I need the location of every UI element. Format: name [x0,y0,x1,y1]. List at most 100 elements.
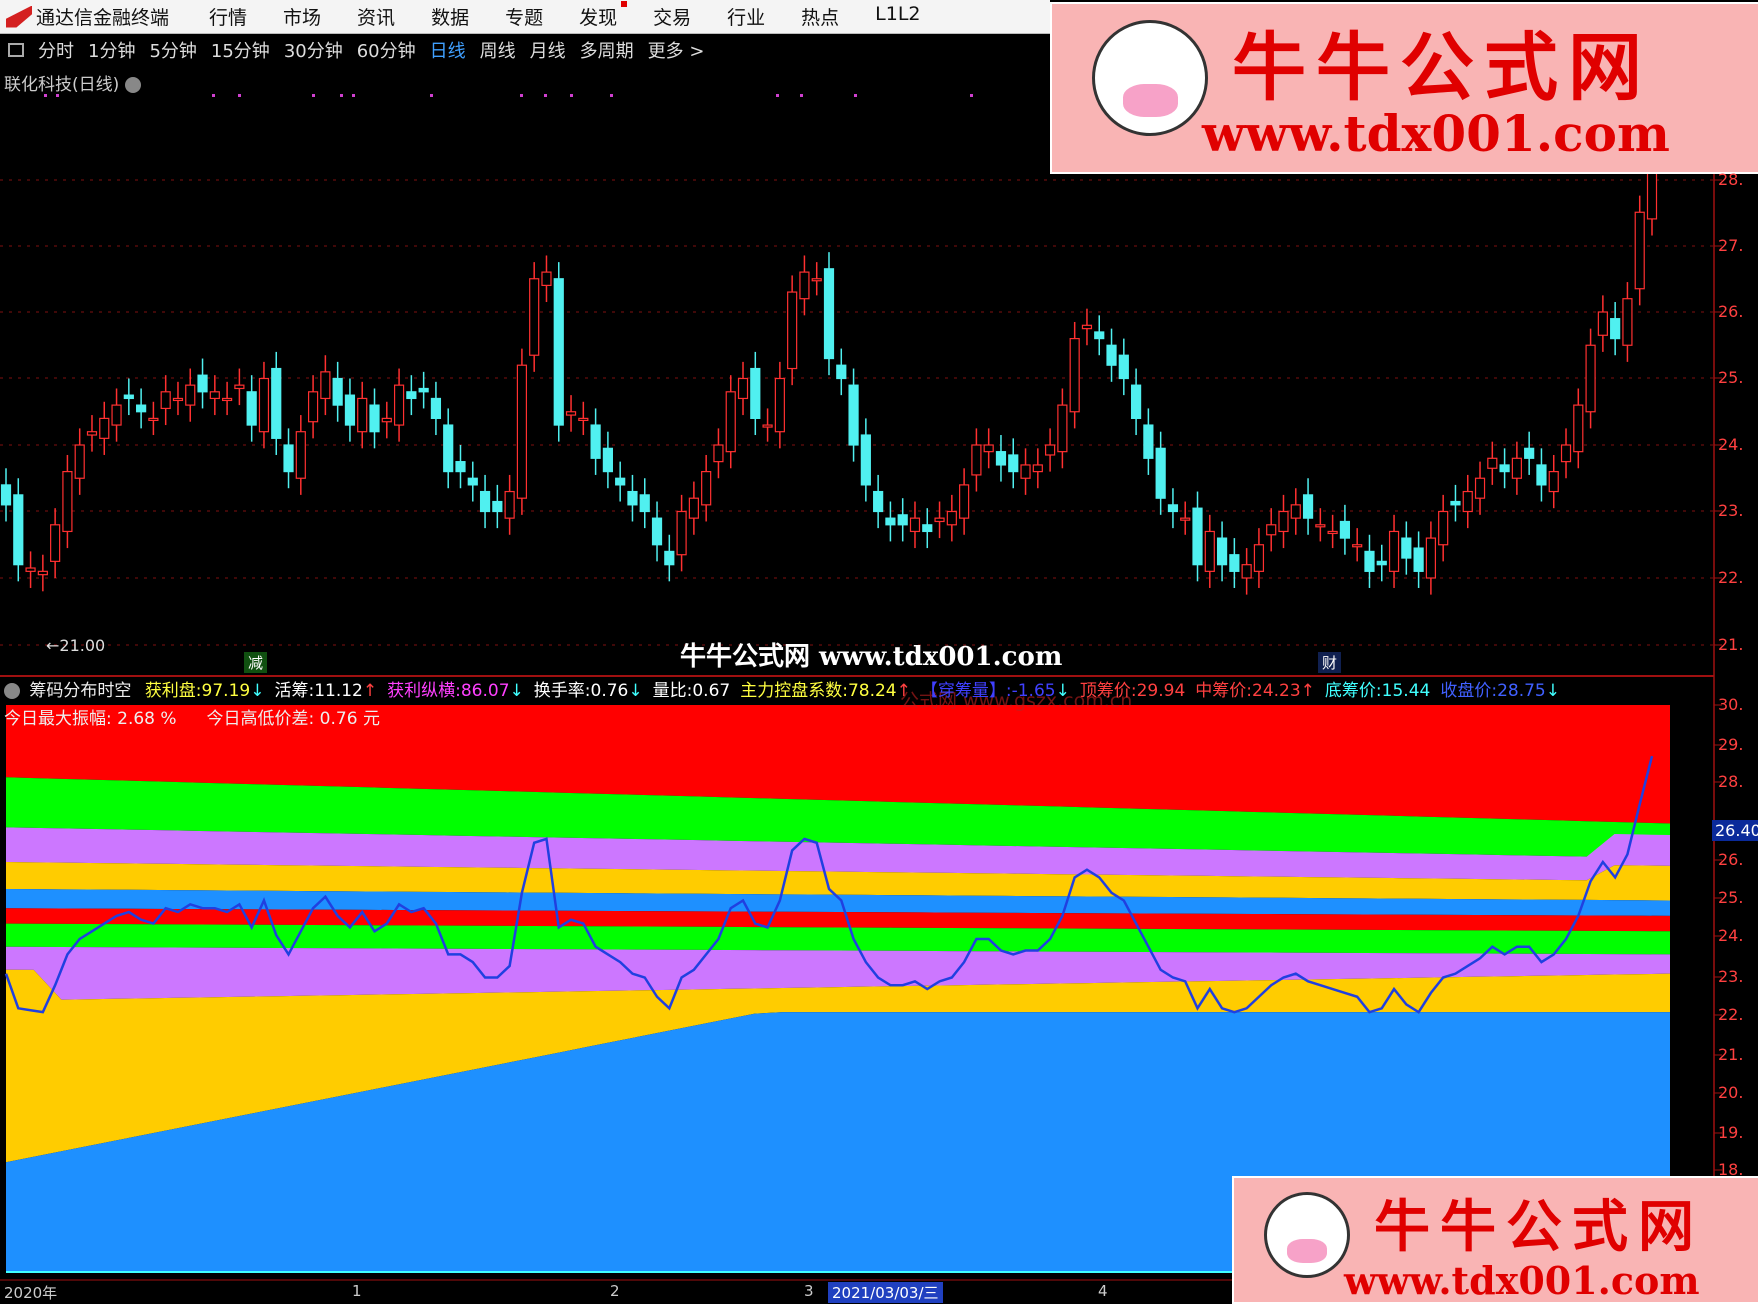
candle-body [688,497,699,519]
indicator-axis-label: 30. [1718,695,1744,714]
candle-body [1229,554,1240,572]
candle-body [774,377,785,433]
candle-body [541,271,552,287]
candle-body [320,371,331,400]
candle-body [13,494,24,566]
indicator-item-10: 收盘价:28.75↓ [1440,681,1560,701]
indicator-value: 97.19 [201,681,251,701]
indicator-name: 筹码分布时空 [29,681,132,701]
price-axis-label: 27. [1718,236,1744,255]
candle-body [271,367,282,439]
indicator-axis-label: 25. [1718,888,1744,907]
candle-body [1634,211,1645,290]
candle-body [393,384,405,426]
candle-body [344,394,356,426]
candle-body [295,431,306,479]
indicator-item-3: 换手率:0.76↓ [534,681,643,701]
candle-body [1487,457,1498,469]
candle-body [258,377,270,433]
price-min-label: ←21.00 [46,636,106,655]
candle-body [762,424,773,428]
indicator-axis-label: 26. [1718,850,1744,869]
candle-body [283,444,294,473]
candle-body [148,417,159,421]
signal-dot [570,94,573,97]
candle-body [307,391,319,423]
candle-body [1560,444,1572,463]
candle-body [1450,500,1461,506]
date-axis-label: 4 [1098,1282,1108,1300]
chevron-down-icon[interactable] [4,683,20,699]
signal-dot [544,94,547,97]
candle-body [160,391,171,410]
ad-url: www.tdx001.com [1202,104,1670,163]
indicator-label: 量比: [652,681,693,701]
indicator-arrow-icon: ↑ [1300,681,1315,701]
indicator-label: 收盘价: [1440,681,1498,701]
candle-body [0,484,12,506]
candle-body [553,278,564,426]
candle-body [1352,544,1363,548]
candle-body [222,397,233,402]
indicator-value: 24.23 [1252,681,1301,701]
indicator-item-1: 活筹:11.12↑ [274,681,377,701]
current-value-badge: 26.40 [1712,820,1758,841]
cow-mascot-icon [1264,1192,1350,1278]
candle-body [565,411,577,416]
ad-banner-top[interactable]: 牛牛公式网 www.tdx001.com [1050,2,1758,174]
price-axis-label: 21. [1718,635,1744,654]
candle-body [1499,464,1510,473]
indicator-value: 29.94 [1136,681,1186,701]
row2-item-1: 今日高低价差: 0.76 元 [207,709,380,729]
indicator-axis-label: 23. [1718,967,1744,986]
candle-body [873,490,884,513]
indicator-axis-label: 28. [1718,772,1744,791]
candle-body [357,397,368,433]
candle-body [1180,517,1191,521]
indicator-arrow-icon: ↓ [1055,681,1070,701]
indicator-item-0: 获利盘:97.19↓ [145,681,265,701]
candle-body [615,477,626,486]
candle-body [1401,537,1412,559]
ad-banner-bottom[interactable]: 牛牛公式网 www.tdx001.com [1232,1176,1758,1304]
candle-body [836,364,847,380]
indicator-label: 获利纵横: [387,681,461,701]
candle-body [332,377,343,406]
indicator-label: 活筹: [274,681,315,701]
indicator-item-2: 获利纵横:86.07↓ [387,681,524,701]
date-axis-label: 3 [804,1282,814,1300]
signal-dot [340,94,343,97]
indicator-label: 获利盘: [144,681,202,701]
cow-mascot-icon [1092,20,1208,136]
candle-body [713,444,724,463]
candle-body [430,397,442,420]
candle-body [1253,544,1265,572]
signal-dot [212,94,215,97]
indicator-value: 0.76 [590,681,629,701]
price-axis-label: 24. [1718,435,1744,454]
indicator-arrow-icon: ↑ [362,681,378,701]
price-axis-label: 26. [1718,302,1744,321]
candle-body [74,444,85,479]
signal-dot [430,94,433,97]
candle-body [1216,537,1228,566]
indicator-item-8: 中筹价:24.23↑ [1195,681,1315,701]
candle-body [701,471,712,506]
candle-body [25,567,36,572]
candle-body [934,517,945,523]
indicator-value: 28.75 [1497,681,1546,701]
row2-item-0: 今日最大振幅: 2.68 % [4,709,177,729]
candle-body [909,517,921,533]
candle-body [99,417,110,439]
candle-body [111,404,122,426]
indicator-axis-label: 21. [1718,1045,1744,1064]
indicator-value: 15.44 [1381,681,1431,701]
candle-body [1167,504,1179,513]
candle-body [123,394,134,400]
candle-body [627,490,638,506]
candle-body [443,424,454,473]
signal-dot [312,94,315,97]
ad-url: www.tdx001.com [1344,1258,1700,1303]
candle-body [1597,311,1608,336]
candle-body [62,471,73,533]
